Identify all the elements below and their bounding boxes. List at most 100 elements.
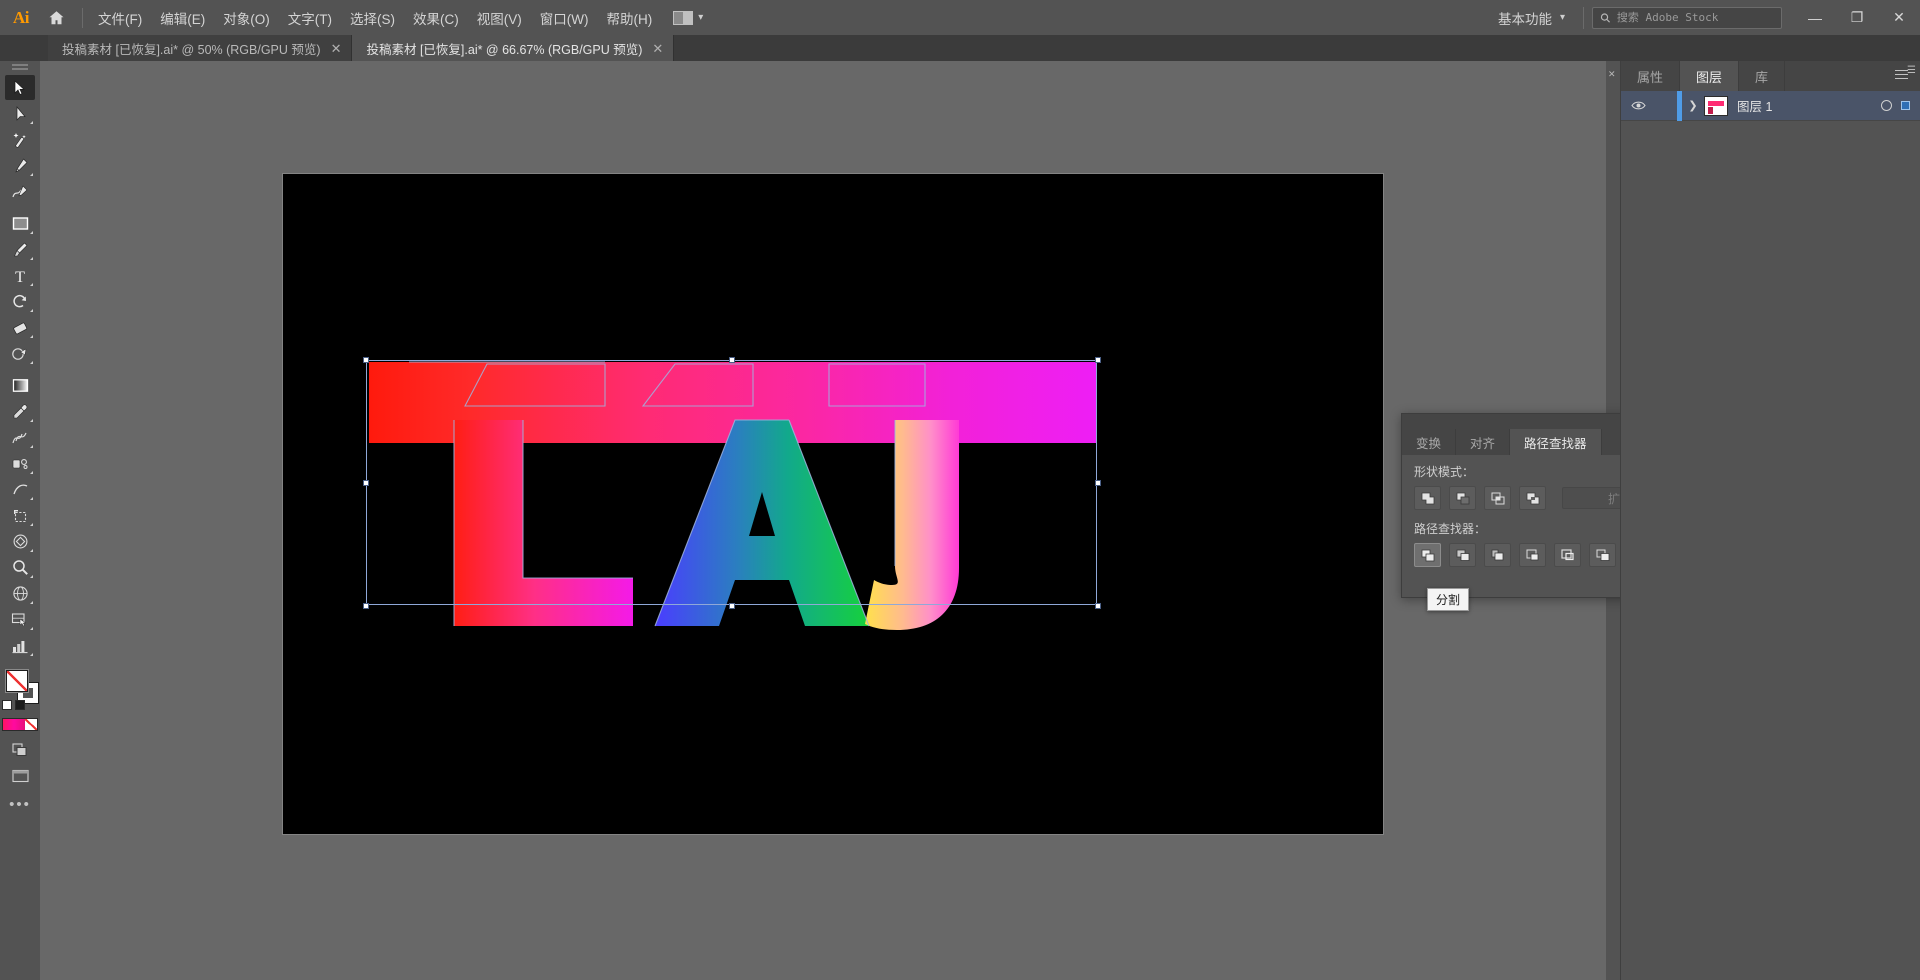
stock-search-box[interactable] xyxy=(1592,6,1782,29)
line-segment-tool[interactable] xyxy=(5,477,35,502)
gradient-swatch[interactable] xyxy=(3,719,25,730)
document-tab-2-title: 投稿素材 [已恢复].ai* @ 66.67% (RGB/GPU 预览) xyxy=(366,42,643,57)
tab-align[interactable]: 对齐 xyxy=(1456,429,1511,455)
arrange-chevron-down-icon[interactable]: ▾ xyxy=(698,12,703,23)
minus-front-button[interactable] xyxy=(1449,486,1476,510)
merge-button[interactable] xyxy=(1484,543,1511,567)
menu-items: 文件(F) 编辑(E) 对象(O) 文字(T) 选择(S) 效果(C) 视图(V… xyxy=(89,4,661,32)
right-dock-panel: 属性 图层 库 ❯ 图层 1 ☰ xyxy=(1620,61,1920,980)
artboard[interactable] xyxy=(283,174,1383,834)
default-fill-stroke-icon[interactable] xyxy=(2,700,12,710)
tabbar-spacer xyxy=(0,35,48,61)
layer-thumbnail xyxy=(1704,95,1728,116)
eyedropper-tool[interactable] xyxy=(5,399,35,424)
gradient-tool[interactable] xyxy=(5,373,35,398)
type-tool[interactable]: T xyxy=(5,263,35,288)
exclude-button[interactable] xyxy=(1519,486,1546,510)
none-swatch[interactable] xyxy=(25,719,37,730)
intersect-button[interactable] xyxy=(1484,486,1511,510)
fill-swatch[interactable] xyxy=(5,669,29,693)
free-transform-tool[interactable] xyxy=(5,529,35,554)
layer-name[interactable]: 图层 1 xyxy=(1737,96,1772,115)
layer-row[interactable]: ❯ 图层 1 xyxy=(1621,90,1920,121)
symbol-sprayer-tool[interactable] xyxy=(5,451,35,476)
app-logo-icon: Ai xyxy=(13,7,30,27)
blend-tool[interactable] xyxy=(5,425,35,450)
artboard-tool[interactable] xyxy=(5,503,35,528)
zoom-tool[interactable] xyxy=(5,555,35,580)
menu-item-window[interactable]: 窗口(W) xyxy=(531,4,598,32)
canvas-area[interactable]: ✕ xyxy=(40,61,1620,980)
fill-stroke-swatches[interactable] xyxy=(0,668,40,714)
close-tab-2-icon[interactable]: ✕ xyxy=(652,42,663,55)
document-tab-2[interactable]: 投稿素材 [已恢复].ai* @ 66.67% (RGB/GPU 预览) ✕ xyxy=(352,35,675,61)
unite-button[interactable] xyxy=(1414,486,1441,510)
eye-icon[interactable] xyxy=(1621,100,1655,111)
menu-item-view[interactable]: 视图(V) xyxy=(468,4,531,32)
layer-row-right xyxy=(1881,100,1920,111)
more-tools-ellipsis[interactable]: ••• xyxy=(9,796,31,813)
menu-item-effect[interactable]: 效果(C) xyxy=(404,4,468,32)
collapse-icon[interactable]: ☰ xyxy=(1907,65,1916,76)
menu-item-object[interactable]: 对象(O) xyxy=(214,4,279,32)
pen-tool[interactable] xyxy=(5,153,35,178)
swap-fill-stroke-icon[interactable] xyxy=(15,700,25,710)
stock-search-input[interactable] xyxy=(1616,11,1774,24)
rotate-tool[interactable] xyxy=(5,289,35,314)
tab-properties[interactable]: 属性 xyxy=(1621,61,1681,91)
letters-artwork[interactable] xyxy=(283,174,1383,834)
rectangle-tool[interactable] xyxy=(5,211,35,236)
workspace-switcher[interactable]: 基本功能 ▾ xyxy=(1488,8,1575,28)
menu-item-help[interactable]: 帮助(H) xyxy=(597,4,661,32)
menu-item-edit[interactable]: 编辑(E) xyxy=(151,4,214,32)
magic-wand-tool[interactable] xyxy=(5,127,35,152)
menu-item-type[interactable]: 文字(T) xyxy=(279,4,341,32)
search-icon xyxy=(1600,12,1610,23)
target-ring-icon[interactable] xyxy=(1881,100,1892,111)
close-tab-1-icon[interactable]: ✕ xyxy=(331,42,342,55)
drawing-mode-button[interactable] xyxy=(5,737,35,762)
divide-button[interactable] xyxy=(1414,543,1441,567)
right-panel-tabs: 属性 图层 库 xyxy=(1621,61,1920,91)
tools-panel: T ••• xyxy=(0,61,40,980)
tab-layers[interactable]: 图层 xyxy=(1680,61,1740,91)
window-controls: — ❐ ✕ xyxy=(1794,0,1920,35)
none-indicator-icon xyxy=(7,671,27,691)
minus-back-button[interactable] xyxy=(1589,543,1616,567)
workspace-label: 基本功能 xyxy=(1497,11,1552,27)
direct-selection-tool[interactable] xyxy=(5,101,35,126)
menu-item-file[interactable]: 文件(F) xyxy=(89,4,151,32)
selection-tool[interactable] xyxy=(5,75,35,100)
menu-item-select[interactable]: 选择(S) xyxy=(341,4,404,32)
maximize-restore-button[interactable]: ❐ xyxy=(1836,0,1878,35)
tab-transform[interactable]: 变换 xyxy=(1402,429,1457,455)
column-graph-tool[interactable] xyxy=(5,633,35,658)
shape-builder-tool[interactable] xyxy=(5,341,35,366)
chevron-right-icon[interactable]: ❯ xyxy=(1682,99,1704,112)
crop-button[interactable] xyxy=(1519,543,1546,567)
arrange-documents-icon[interactable]: ▾ xyxy=(673,10,703,25)
paintbrush-tool[interactable] xyxy=(5,237,35,262)
menu-bar-right: 基本功能 ▾ — ❐ ✕ xyxy=(1488,0,1920,35)
document-tab-1[interactable]: 投稿素材 [已恢复].ai* @ 50% (RGB/GPU 预览) ✕ xyxy=(48,35,353,61)
curvature-tool[interactable] xyxy=(5,179,35,204)
selected-square-icon[interactable] xyxy=(1901,101,1910,110)
tab-pathfinder[interactable]: 路径查找器 xyxy=(1510,429,1602,455)
toolbar-grip[interactable] xyxy=(12,64,28,74)
workspace-chevron-down-icon[interactable]: ▾ xyxy=(1560,12,1565,23)
collapse-arrow-icon[interactable]: ✕ xyxy=(1608,69,1616,80)
close-window-button[interactable]: ✕ xyxy=(1878,0,1920,35)
minimize-button[interactable]: — xyxy=(1794,0,1836,35)
eraser-tool[interactable] xyxy=(5,315,35,340)
menu-divider xyxy=(82,7,83,28)
tab-libraries[interactable]: 库 xyxy=(1739,61,1786,91)
perspective-grid-tool[interactable] xyxy=(5,581,35,606)
screen-mode-button[interactable] xyxy=(5,763,35,788)
home-icon[interactable] xyxy=(36,0,76,35)
outline-button[interactable] xyxy=(1554,543,1581,567)
color-gradient-none-strip[interactable] xyxy=(2,718,38,731)
trim-button[interactable] xyxy=(1449,543,1476,567)
swatch-shortcuts xyxy=(2,700,25,710)
divide-tooltip: 分割 xyxy=(1427,588,1470,611)
slice-tool[interactable] xyxy=(5,607,35,632)
